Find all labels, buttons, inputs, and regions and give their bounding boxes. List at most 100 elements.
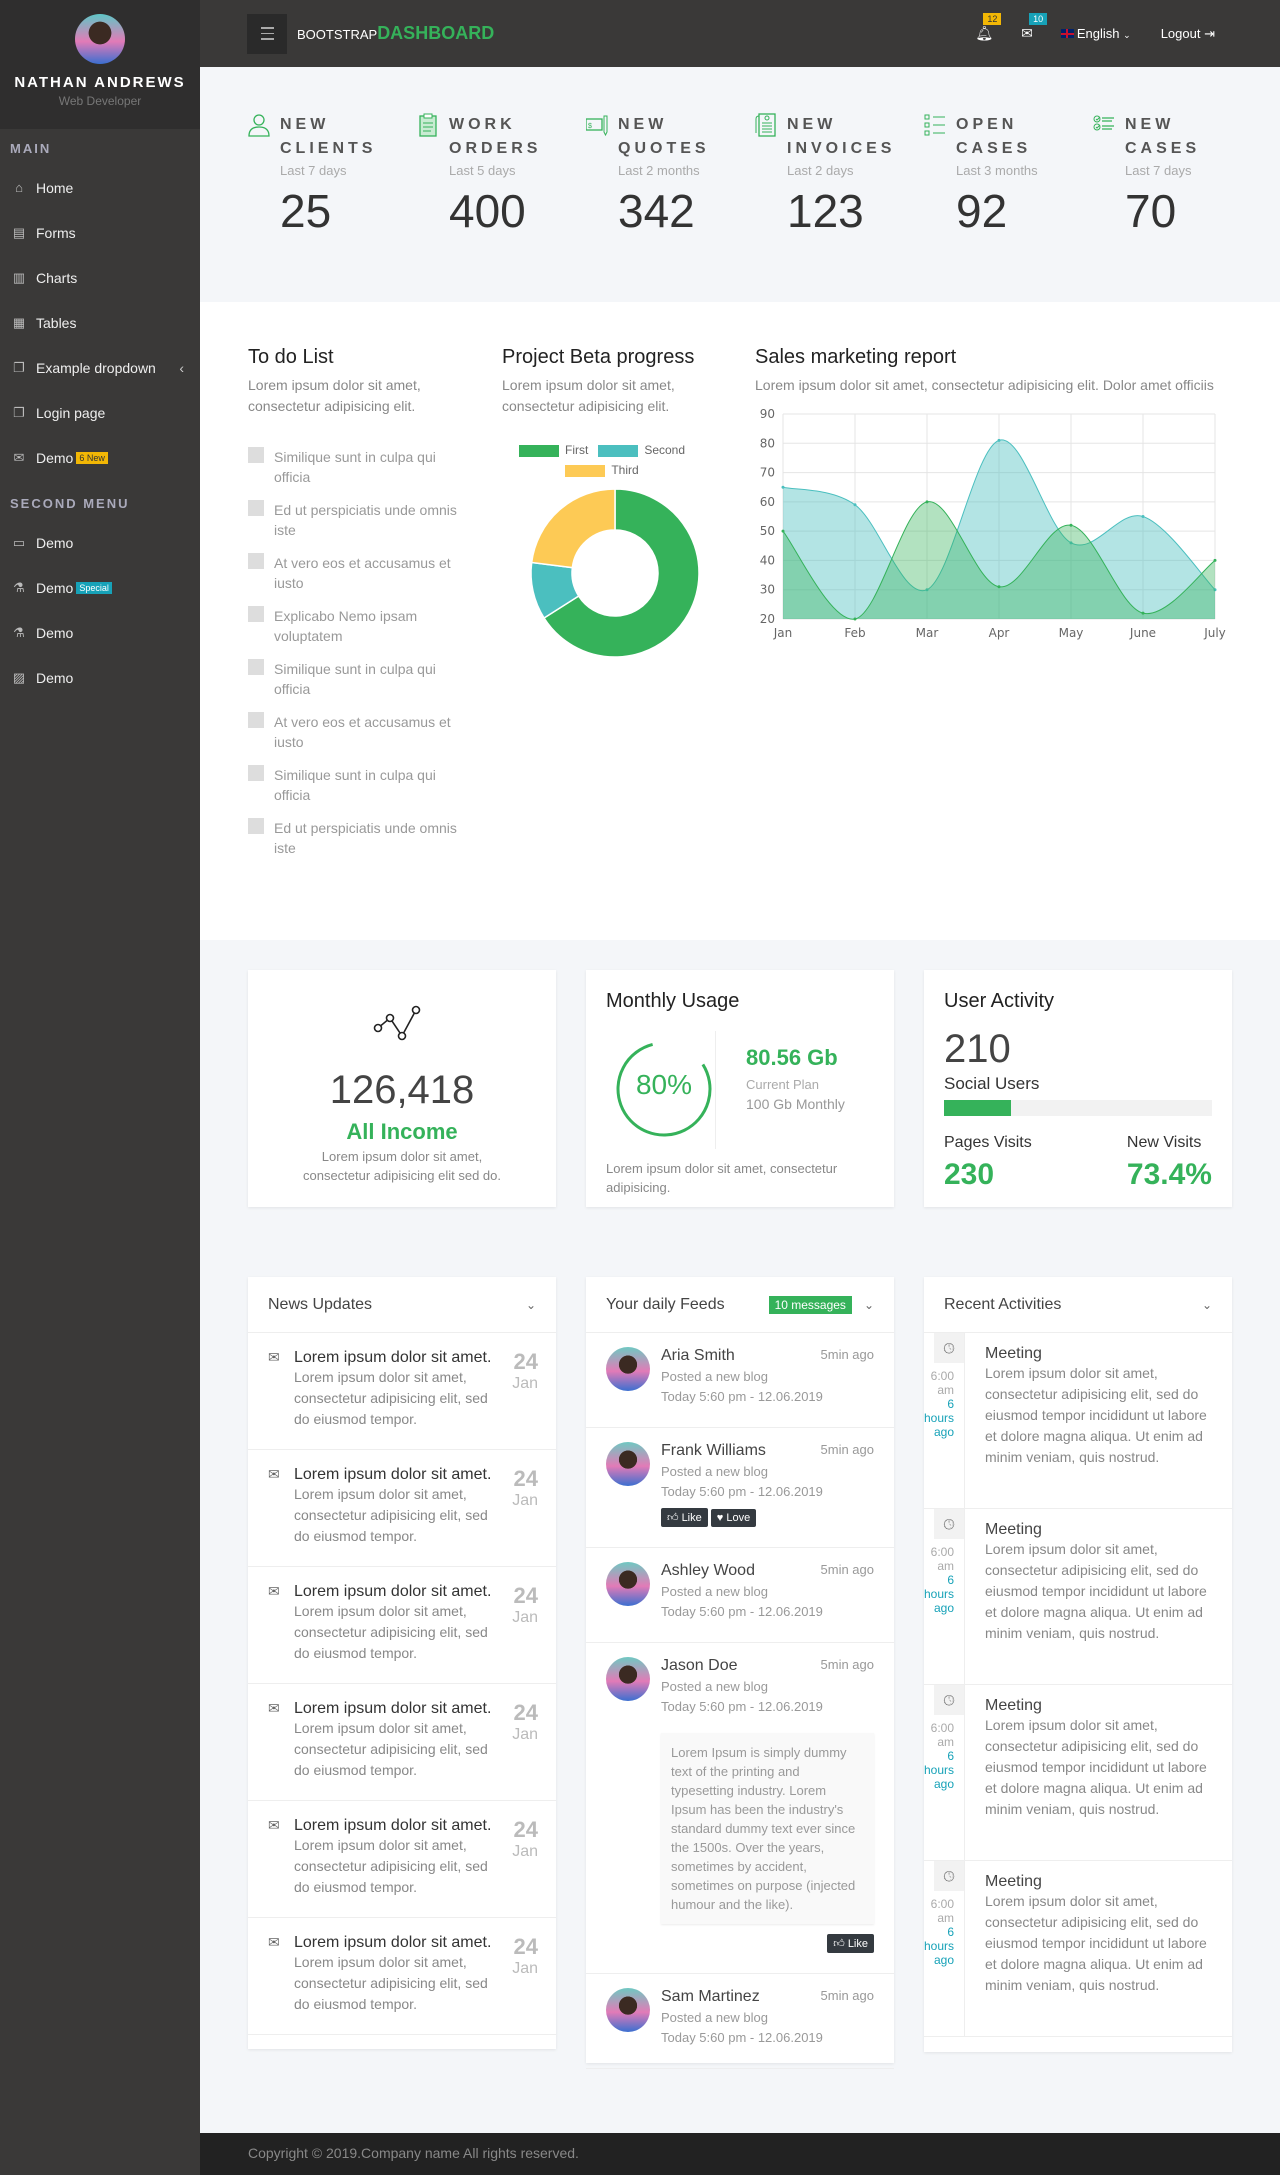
chevron-down-icon[interactable]: ⌄ xyxy=(1202,1298,1212,1312)
like-button[interactable]: 👍︎ Like xyxy=(827,1934,874,1953)
heart-icon: ♥ xyxy=(716,1512,727,1524)
todo-checkbox[interactable] xyxy=(248,659,264,675)
brand-light: BOOTSTRAP xyxy=(297,27,378,42)
data-point[interactable] xyxy=(925,500,929,504)
sidebar-item-tables[interactable]: ▦ Tables xyxy=(0,300,200,345)
news-date: 24 Jan xyxy=(512,1349,538,1429)
sidebar-item-label: Charts xyxy=(36,269,78,286)
news-item[interactable]: ✉ Lorem ipsum dolor sit amet. Lorem ipsum … xyxy=(248,1801,556,1918)
news-item-title: Lorem ipsum dolor sit amet. xyxy=(294,1934,492,1951)
news-item[interactable]: ✉ Lorem ipsum dolor sit amet. Lorem ipsum … xyxy=(248,1918,556,2035)
sales-marketing-report: Sales marketing report Lorem ipsum dolor… xyxy=(755,346,1235,654)
todo-checkbox[interactable] xyxy=(248,712,264,728)
stat-value: 92 xyxy=(956,185,1008,237)
chevron-down-icon[interactable]: ⌄ xyxy=(526,1298,536,1312)
news-month: Jan xyxy=(512,1492,538,1509)
legend-item[interactable]: First xyxy=(518,443,588,457)
data-point[interactable] xyxy=(781,485,785,489)
feed-user-name[interactable]: Sam Martinez xyxy=(661,1988,760,2006)
doughnut-slice-third[interactable] xyxy=(530,488,616,569)
checklist-icon xyxy=(1093,115,1114,131)
data-point[interactable] xyxy=(1069,523,1073,527)
sidebar-item-forms[interactable]: ▤ Forms xyxy=(0,210,200,255)
data-point[interactable] xyxy=(1141,515,1145,518)
sidebar-item-label: Demo xyxy=(36,449,74,466)
todo-item: Similique sunt in culpa qui officia xyxy=(248,765,468,805)
feed-item: Ashley Wood 5min ago Posted a new blog Toda… xyxy=(586,1548,894,1643)
uk-flag-icon xyxy=(1060,29,1074,38)
news-item[interactable]: ✉ Lorem ipsum dolor sit amet. Lorem ipsum … xyxy=(248,1450,556,1567)
logout-button[interactable]: Logout ⇥ xyxy=(1161,26,1215,42)
envelope-wifi-icon: ✉ xyxy=(268,1700,280,1716)
todo-checkbox[interactable] xyxy=(248,765,264,781)
news-date: 24 Jan xyxy=(512,1934,538,2014)
hamburger-line xyxy=(260,32,274,35)
sidebar-item-demo-special[interactable]: ⚗ Demo Special xyxy=(0,565,200,610)
sidebar-item-example-dropdown[interactable]: ❐ Example dropdown ‹ xyxy=(0,345,200,390)
messages-button[interactable]: ✉ 10 xyxy=(1021,13,1048,42)
data-point[interactable] xyxy=(997,585,1001,589)
data-point[interactable] xyxy=(853,503,857,507)
monthly-usage-card: Monthly Usage 80% 80.56 Gb Current Plan … xyxy=(586,970,894,1207)
like-button[interactable]: 👍︎ Like xyxy=(661,1508,708,1527)
menu-toggle-button[interactable] xyxy=(247,13,287,54)
chevron-down-icon[interactable]: ⌄ xyxy=(864,1298,874,1312)
sidebar-item-demo-mail[interactable]: ✉ Demo 6 New xyxy=(0,435,200,480)
avatar[interactable] xyxy=(606,1988,650,2032)
sidebar-item-demo-monitor[interactable]: ▭ Demo xyxy=(0,520,200,565)
avatar[interactable] xyxy=(75,14,125,64)
image-icon: ▨ xyxy=(12,669,26,685)
avatar[interactable] xyxy=(606,1657,650,1701)
todo-checkbox[interactable] xyxy=(248,553,264,569)
stat-value: 70 xyxy=(1125,185,1177,237)
avatar[interactable] xyxy=(606,1562,650,1606)
data-point[interactable] xyxy=(853,617,857,621)
activity-item: 🕓︎ 6:00 am 6 hours ago Meeting Lorem ipsum d… xyxy=(924,1861,1232,2037)
data-point[interactable] xyxy=(781,529,785,533)
feed-item: Frank Williams 5min ago Posted a new blog T… xyxy=(586,1428,894,1548)
like-label: Like xyxy=(681,1512,702,1524)
sidebar-item-charts[interactable]: ▥ Charts xyxy=(0,255,200,300)
news-item-desc: Lorem ipsum dolor sit amet, consectetur … xyxy=(294,1720,488,1778)
feed-item: Jason Doe 5min ago Posted a new blog Today … xyxy=(586,1643,894,1974)
news-item[interactable]: ✉ Lorem ipsum dolor sit amet. Lorem ipsum … xyxy=(248,1333,556,1450)
notifications-button[interactable]: 🔔︎ 12 xyxy=(975,13,1002,42)
news-date: 24 Jan xyxy=(512,1466,538,1546)
data-point[interactable] xyxy=(997,438,1001,442)
sidebar-item-home[interactable]: ⌂ Home xyxy=(0,165,200,210)
todo-checkbox[interactable] xyxy=(248,500,264,516)
avatar[interactable] xyxy=(606,1442,650,1486)
feed-time-ago: 5min ago xyxy=(820,1562,874,1577)
todo-checkbox[interactable] xyxy=(248,606,264,622)
feed-user-name[interactable]: Frank Williams xyxy=(661,1442,766,1460)
y-tick-label: 30 xyxy=(760,583,775,597)
todo-checkbox[interactable] xyxy=(248,447,264,463)
stat-work-orders: WORK ORDERS Last 5 days 400 xyxy=(417,113,577,238)
news-item[interactable]: ✉ Lorem ipsum dolor sit amet. Lorem ipsum … xyxy=(248,1567,556,1684)
x-tick-label: July xyxy=(1203,626,1226,640)
feed-user-name[interactable]: Ashley Wood xyxy=(661,1562,755,1580)
todo-checkbox[interactable] xyxy=(248,818,264,834)
avatar[interactable] xyxy=(606,1347,650,1391)
sidebar-item-demo-image[interactable]: ▨ Demo xyxy=(0,655,200,700)
legend-item[interactable]: Second xyxy=(598,443,685,457)
social-users-progress xyxy=(944,1100,1212,1116)
feed-user-name[interactable]: Aria Smith xyxy=(661,1347,735,1365)
stat-value: 25 xyxy=(280,185,332,237)
sidebar-item-demo-flask[interactable]: ⚗ Demo xyxy=(0,610,200,655)
data-point[interactable] xyxy=(1213,558,1217,562)
language-dropdown[interactable]: English ⌄ xyxy=(1060,26,1131,41)
brand-logo[interactable]: BOOTSTRAPDASHBOARD xyxy=(297,23,494,44)
sidebar-item-login-page[interactable]: ❐ Login page xyxy=(0,390,200,435)
data-point[interactable] xyxy=(1141,611,1145,615)
legend-item[interactable]: Third xyxy=(565,463,639,477)
sidebar-profile: NATHAN ANDREWS Web Developer xyxy=(0,0,200,129)
window-icon: ❐ xyxy=(13,404,25,420)
news-item[interactable]: ✉ Lorem ipsum dolor sit amet. Lorem ipsum … xyxy=(248,1684,556,1801)
feed-user-name[interactable]: Jason Doe xyxy=(661,1657,738,1675)
copyright-text: Copyright © 2019.Company name All rights… xyxy=(248,2145,579,2161)
love-button[interactable]: ♥ Love xyxy=(710,1509,757,1527)
news-item-title: Lorem ipsum dolor sit amet. xyxy=(294,1700,492,1717)
news-item-title: Lorem ipsum dolor sit amet. xyxy=(294,1817,492,1834)
new-badge: 6 New xyxy=(76,451,108,464)
